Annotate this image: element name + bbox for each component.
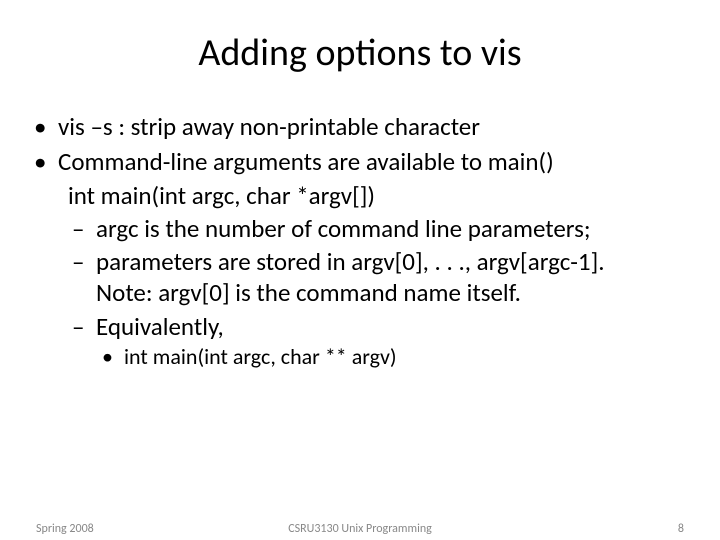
sub-bullet-argv: parameters are stored in argv[0], . . .,… [96, 246, 690, 309]
bullet-list-level2: argc is the number of command line param… [68, 213, 690, 371]
sub-sub-bullet-alt-signature: int main(int argc, char ** argv) [124, 343, 690, 371]
indented-block: int main(int argc, char *argv[]) argc is… [58, 180, 690, 371]
bullet-2-text: Command-line arguments are available to … [58, 146, 554, 177]
bullet-2: Command-line arguments are available to … [58, 146, 690, 370]
sub-bullet-argv-text2: Note: argv[0] is the command name itself… [96, 277, 521, 308]
sub-bullet-argc-text: argc is the number of command line param… [96, 213, 591, 244]
slide-title: Adding options to vis [30, 30, 690, 76]
bullet-list-level3: int main(int argc, char ** argv) [96, 343, 690, 371]
bullet-1-text: vis –s : strip away non-printable charac… [58, 111, 480, 142]
sub-bullet-argc: argc is the number of command line param… [96, 213, 690, 244]
footer-page-number: 8 [678, 522, 684, 536]
sub-bullet-equivalently-text: Equivalently, [96, 311, 224, 342]
footer-course: CSRU3130 Unix Programming [0, 522, 720, 536]
slide: Adding options to vis vis –s : strip awa… [0, 0, 720, 540]
sub-bullet-argv-text1: parameters are stored in argv[0], . . .,… [96, 246, 605, 277]
code-line-main-signature: int main(int argc, char *argv[]) [68, 180, 690, 211]
slide-content: vis –s : strip away non-printable charac… [30, 111, 690, 370]
sub-sub-bullet-alt-signature-text: int main(int argc, char ** argv) [124, 343, 397, 370]
sub-bullet-equivalently: Equivalently, int main(int argc, char **… [96, 311, 690, 371]
bullet-list-level1: vis –s : strip away non-printable charac… [30, 111, 690, 370]
bullet-1: vis –s : strip away non-printable charac… [58, 111, 690, 142]
